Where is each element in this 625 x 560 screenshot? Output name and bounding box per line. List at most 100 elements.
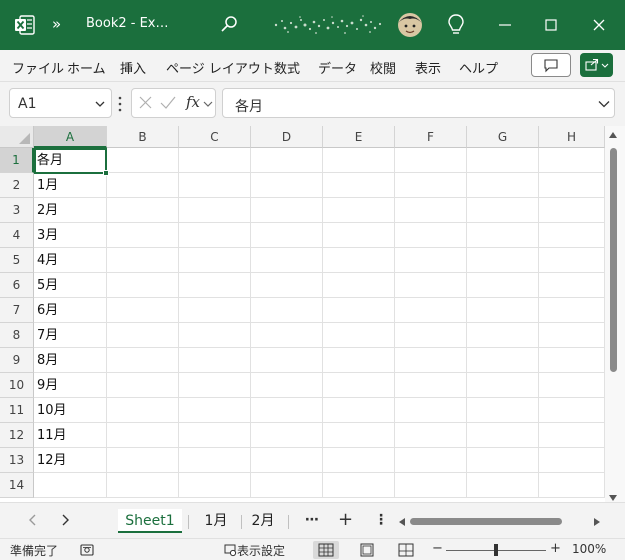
cell-c3[interactable] — [179, 198, 251, 223]
cell-d12[interactable] — [251, 423, 323, 448]
horizontal-scroll-thumb[interactable] — [410, 518, 562, 525]
cell-h3[interactable] — [539, 198, 605, 223]
cell-b14[interactable] — [107, 473, 179, 498]
cell-f7[interactable] — [395, 298, 467, 323]
cell-b4[interactable] — [107, 223, 179, 248]
menu-insert[interactable]: 挿入 — [120, 58, 146, 77]
cell-c11[interactable] — [179, 398, 251, 423]
menu-home[interactable]: ホーム — [67, 58, 106, 77]
more-sheets-button[interactable]: ⋯ — [305, 512, 319, 528]
menu-help[interactable]: ヘルプ — [459, 58, 498, 77]
cell-b9[interactable] — [107, 348, 179, 373]
scroll-down-icon[interactable] — [608, 494, 618, 502]
cell-f5[interactable] — [395, 248, 467, 273]
cell-a13[interactable]: 12月 — [34, 448, 107, 473]
maximize-icon[interactable] — [538, 12, 564, 38]
cell-h13[interactable] — [539, 448, 605, 473]
cell-f13[interactable] — [395, 448, 467, 473]
cell-c6[interactable] — [179, 273, 251, 298]
name-box[interactable]: A1 — [9, 88, 112, 118]
comments-button[interactable] — [531, 53, 571, 77]
cell-e3[interactable] — [323, 198, 395, 223]
row-header-3[interactable]: 3 — [0, 198, 34, 223]
cell-d9[interactable] — [251, 348, 323, 373]
fill-handle[interactable] — [103, 170, 109, 176]
cell-h11[interactable] — [539, 398, 605, 423]
row-header-4[interactable]: 4 — [0, 223, 34, 248]
scroll-up-icon[interactable] — [608, 131, 618, 139]
cell-d13[interactable] — [251, 448, 323, 473]
cell-b3[interactable] — [107, 198, 179, 223]
cell-b13[interactable] — [107, 448, 179, 473]
cell-e5[interactable] — [323, 248, 395, 273]
cell-e11[interactable] — [323, 398, 395, 423]
minimize-icon[interactable] — [492, 12, 518, 38]
cell-g2[interactable] — [467, 173, 539, 198]
cell-a7[interactable]: 6月 — [34, 298, 107, 323]
column-header-c[interactable]: C — [179, 126, 251, 148]
cell-b12[interactable] — [107, 423, 179, 448]
share-button[interactable] — [580, 53, 613, 77]
column-header-d[interactable]: D — [251, 126, 323, 148]
row-header-1[interactable]: 1 — [0, 148, 34, 173]
column-header-g[interactable]: G — [467, 126, 539, 148]
cell-e2[interactable] — [323, 173, 395, 198]
sheet-tab-january[interactable]: 1月 — [196, 509, 236, 533]
zoom-slider-thumb[interactable] — [494, 544, 498, 556]
cell-c2[interactable] — [179, 173, 251, 198]
cell-h6[interactable] — [539, 273, 605, 298]
cell-e14[interactable] — [323, 473, 395, 498]
normal-view-icon[interactable] — [313, 541, 339, 559]
cell-g11[interactable] — [467, 398, 539, 423]
vertical-scroll-thumb[interactable] — [610, 148, 617, 372]
zoom-out-button[interactable]: − — [432, 541, 443, 556]
cell-d7[interactable] — [251, 298, 323, 323]
cell-e6[interactable] — [323, 273, 395, 298]
column-header-a[interactable]: A — [34, 126, 107, 148]
chevron-left-icon[interactable] — [26, 513, 40, 527]
cell-h4[interactable] — [539, 223, 605, 248]
cell-g9[interactable] — [467, 348, 539, 373]
cell-a4[interactable]: 3月 — [34, 223, 107, 248]
close-icon[interactable] — [586, 12, 612, 38]
search-icon[interactable] — [218, 13, 240, 35]
menu-formulas[interactable]: 数式 — [274, 58, 300, 77]
cell-d6[interactable] — [251, 273, 323, 298]
row-header-10[interactable]: 10 — [0, 373, 34, 398]
cell-g3[interactable] — [467, 198, 539, 223]
row-header-5[interactable]: 5 — [0, 248, 34, 273]
cell-e13[interactable] — [323, 448, 395, 473]
chevron-down-icon[interactable] — [203, 99, 213, 109]
cell-h9[interactable] — [539, 348, 605, 373]
cell-h10[interactable] — [539, 373, 605, 398]
menu-file[interactable]: ファイル — [12, 58, 64, 77]
cell-a11[interactable]: 10月 — [34, 398, 107, 423]
row-header-8[interactable]: 8 — [0, 323, 34, 348]
cell-h14[interactable] — [539, 473, 605, 498]
cell-d1[interactable] — [251, 148, 323, 173]
lightbulb-icon[interactable] — [446, 13, 466, 37]
cell-c9[interactable] — [179, 348, 251, 373]
cell-e1[interactable] — [323, 148, 395, 173]
account-avatar[interactable] — [270, 11, 425, 39]
cell-f6[interactable] — [395, 273, 467, 298]
row-header-14[interactable]: 14 — [0, 473, 34, 498]
sheet-tab-sheet1[interactable]: Sheet1 — [118, 509, 182, 533]
check-icon[interactable] — [158, 93, 178, 113]
quick-access-more-button[interactable]: » — [52, 15, 61, 33]
cell-b1[interactable] — [107, 148, 179, 173]
scroll-right-icon[interactable] — [592, 517, 602, 527]
cell-c13[interactable] — [179, 448, 251, 473]
cell-a3[interactable]: 2月 — [34, 198, 107, 223]
add-sheet-button[interactable]: + — [338, 509, 353, 530]
accessibility-icon[interactable] — [80, 543, 94, 557]
cell-g6[interactable] — [467, 273, 539, 298]
document-title[interactable]: Book2 - Ex… — [86, 16, 169, 31]
cell-g13[interactable] — [467, 448, 539, 473]
cell-g5[interactable] — [467, 248, 539, 273]
row-header-2[interactable]: 2 — [0, 173, 34, 198]
cell-c7[interactable] — [179, 298, 251, 323]
cell-b6[interactable] — [107, 273, 179, 298]
row-header-12[interactable]: 12 — [0, 423, 34, 448]
cell-f3[interactable] — [395, 198, 467, 223]
